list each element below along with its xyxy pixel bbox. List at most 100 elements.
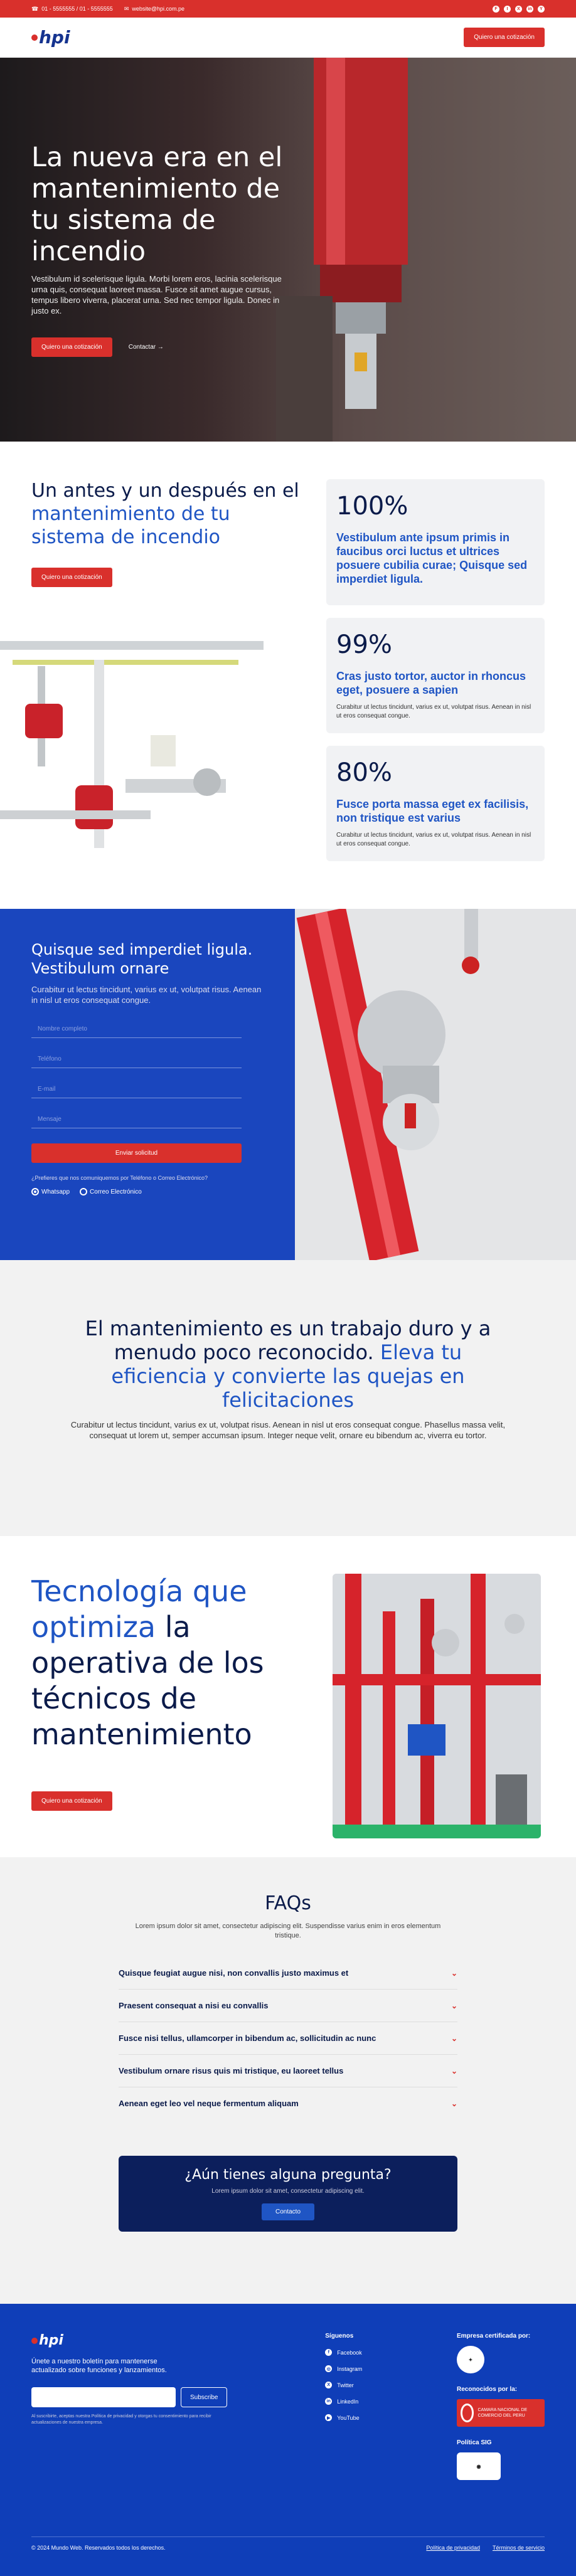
social-link-instagram[interactable]: ◎ Instagram (325, 2365, 457, 2372)
social-label: Instagram (337, 2365, 363, 2372)
youtube-icon[interactable]: Y (538, 5, 545, 13)
title-part: Un antes y un después en el (31, 480, 299, 502)
chevron-down-icon: ⌄ (451, 2099, 457, 2108)
facebook-icon[interactable]: F (493, 5, 499, 13)
chamber-text: CAMARA NACIONAL DE COMERCIO DEL PERU (477, 2408, 528, 2418)
chamber-logo-icon (461, 2404, 474, 2422)
technology-title: Tecnología que optimiza la operativa de … (31, 1574, 301, 1752)
certification-badge: ✦ (457, 2346, 484, 2373)
quote-button-tech[interactable]: Quiero una cotización (31, 1791, 112, 1811)
chevron-down-icon: ⌄ (451, 2066, 457, 2075)
twitter-icon[interactable]: X (515, 5, 522, 13)
twitter-icon: X (325, 2382, 333, 2388)
subscribe-button[interactable]: Subscribe (181, 2387, 228, 2407)
logo-mark (31, 2337, 38, 2344)
before-after-title: Un antes y un después en el mantenimient… (31, 479, 301, 549)
quote-button-section[interactable]: Quiero una cotización (31, 568, 112, 587)
phone-field[interactable] (31, 1051, 242, 1068)
cta-title: ¿Aún tienes alguna pregunta? (184, 2167, 392, 2183)
contact-button[interactable]: Contacto (261, 2203, 315, 2220)
chevron-down-icon: ⌄ (451, 2001, 457, 2010)
faq-question: Fusce nisi tellus, ullamcorper in bibend… (119, 2033, 376, 2043)
chamber-badge: CAMARA NACIONAL DE COMERCIO DEL PERU (457, 2399, 545, 2427)
social-link-youtube[interactable]: ▶ YouTube (325, 2414, 457, 2421)
newsletter-email-input[interactable] (31, 2387, 176, 2407)
hero-title: La nueva era en el mantenimiento de tu s… (31, 142, 283, 267)
stat-heading: Fusce porta massa eget ex facilisis, non… (336, 798, 529, 824)
faq-item[interactable]: Vestibulum ornare risus quis mi tristiqu… (119, 2055, 457, 2087)
stat-number: 100% (336, 492, 408, 521)
faq-subtitle: Lorem ipsum dolor sit amet, consectetur … (135, 1922, 441, 1939)
stat-heading: Vestibulum ante ipsum primis in faucibus… (336, 531, 528, 585)
certified-title: Empresa certificada por: (457, 2333, 531, 2340)
faq-section: FAQs Lorem ipsum dolor sit amet, consect… (0, 1857, 576, 2304)
instagram-icon[interactable]: I (504, 5, 511, 13)
instagram-icon: ◎ (325, 2365, 333, 2372)
logo[interactable]: hpi (31, 27, 70, 48)
contact-link[interactable]: Contactar → (129, 344, 164, 351)
before-after-section: Un antes y un después en el mantenimient… (0, 442, 576, 909)
stat-desc: Curabitur ut lectus tincidunt, varius ex… (336, 832, 531, 847)
newsletter-text: Únete a nuestro boletín para mantenerse … (31, 2358, 167, 2374)
faq-item[interactable]: Quisque feugiat augue nisi, non convalli… (119, 1957, 457, 1990)
email-field[interactable] (31, 1081, 242, 1098)
faq-question: Quisque feugiat augue nisi, non convalli… (119, 1968, 349, 1978)
message-field[interactable] (31, 1111, 242, 1128)
sig-seal-icon: ◉ (476, 2463, 481, 2469)
footer: hpi Únete a nuestro boletín para mantene… (0, 2304, 576, 2576)
pipe-system-image (333, 1574, 541, 1838)
faq-question: Praesent consequat a nisi eu convallis (119, 2001, 269, 2010)
linkedin-icon[interactable]: in (526, 5, 533, 13)
faq-item[interactable]: Aenean eget leo vel neque fermentum aliq… (119, 2087, 457, 2119)
newsletter-disclaimer: Al suscribirte, aceptas nuestra Política… (31, 2414, 211, 2425)
logo-text: hpi (39, 2333, 63, 2348)
contact-form-section: Quisque sed imperdiet ligula. Vestibulum… (0, 909, 576, 1260)
phone-contact[interactable]: ☎ 01 - 5555555 / 01 - 5555555 (31, 6, 113, 13)
policy-title[interactable]: Política SIG (457, 2439, 545, 2446)
chevron-down-icon: ⌄ (451, 1968, 457, 1978)
submit-button[interactable]: Enviar solicitud (31, 1143, 242, 1163)
chevron-down-icon: ⌄ (451, 2033, 457, 2043)
quote-button-nav[interactable]: Quiero una cotización (464, 28, 545, 47)
privacy-link[interactable]: Política de privacidad (426, 2545, 480, 2551)
faq-item[interactable]: Fusce nisi tellus, ullamcorper in bibend… (119, 2022, 457, 2055)
copyright: © 2024 Mundo Web. Reservados todos los d… (31, 2545, 166, 2551)
footer-logo[interactable]: hpi (31, 2333, 325, 2348)
logo-mark (31, 34, 38, 41)
faq-item[interactable]: Praesent consequat a nisi eu convallis ⌄ (119, 1990, 457, 2022)
stat-heading: Cras justo tortor, auctor in rhoncus ege… (336, 670, 526, 696)
radio-email[interactable]: Correo Electrónico (80, 1188, 142, 1195)
email-contact[interactable]: ✉ website@hpi.com.pe (124, 6, 184, 13)
social-link-linkedin[interactable]: in LinkedIn (325, 2398, 457, 2405)
title-highlight: mantenimiento de tu sistema de incendio (31, 503, 230, 548)
topbar: ☎ 01 - 5555555 / 01 - 5555555 ✉ website@hp… (0, 0, 576, 18)
faq-question: Vestibulum ornare risus quis mi tristiqu… (119, 2066, 344, 2075)
cta-text: Lorem ipsum dolor sit amet, consectetur … (211, 2188, 365, 2195)
social-link-twitter[interactable]: X Twitter (325, 2382, 457, 2388)
faq-title: FAQs (265, 1892, 311, 1914)
question-cta: ¿Aún tienes alguna pregunta? Lorem ipsum… (119, 2156, 457, 2232)
sig-policy-badge[interactable]: ◉ (457, 2452, 501, 2480)
terms-link[interactable]: Términos de servicio (493, 2545, 545, 2551)
radio-label: Correo Electrónico (90, 1188, 142, 1195)
email-text: website@hpi.com.pe (132, 6, 185, 12)
radio-whatsapp[interactable]: Whatsapp (31, 1188, 70, 1195)
name-field[interactable] (31, 1020, 242, 1038)
youtube-icon: ▶ (325, 2414, 333, 2421)
social-link-facebook[interactable]: f Facebook (325, 2349, 457, 2356)
radio-checked-icon (31, 1188, 39, 1195)
navbar: hpi Quiero una cotización (0, 18, 576, 58)
facebook-icon: f (325, 2349, 333, 2356)
linkedin-icon: in (325, 2398, 333, 2405)
contact-preference-label: ¿Prefieres que nos comuniquemos por Telé… (31, 1175, 208, 1181)
social-label: LinkedIn (337, 2398, 359, 2405)
form-title: Quisque sed imperdiet ligula. Vestibulum… (31, 941, 253, 977)
maintenance-section: El mantenimiento es un trabajo duro y a … (0, 1260, 576, 1536)
faq-question: Aenean eget leo vel neque fermentum aliq… (119, 2099, 299, 2108)
title-highlight: Tecnología que optimiza (31, 1574, 247, 1644)
stat-card: 99% Cras justo tortor, auctor in rhoncus… (326, 618, 545, 733)
quote-button-hero[interactable]: Quiero una cotización (31, 337, 112, 357)
certification-seal-icon: ✦ (468, 2356, 473, 2363)
social-label: Twitter (337, 2382, 354, 2388)
phone-text: 01 - 5555555 / 01 - 5555555 (41, 6, 113, 12)
